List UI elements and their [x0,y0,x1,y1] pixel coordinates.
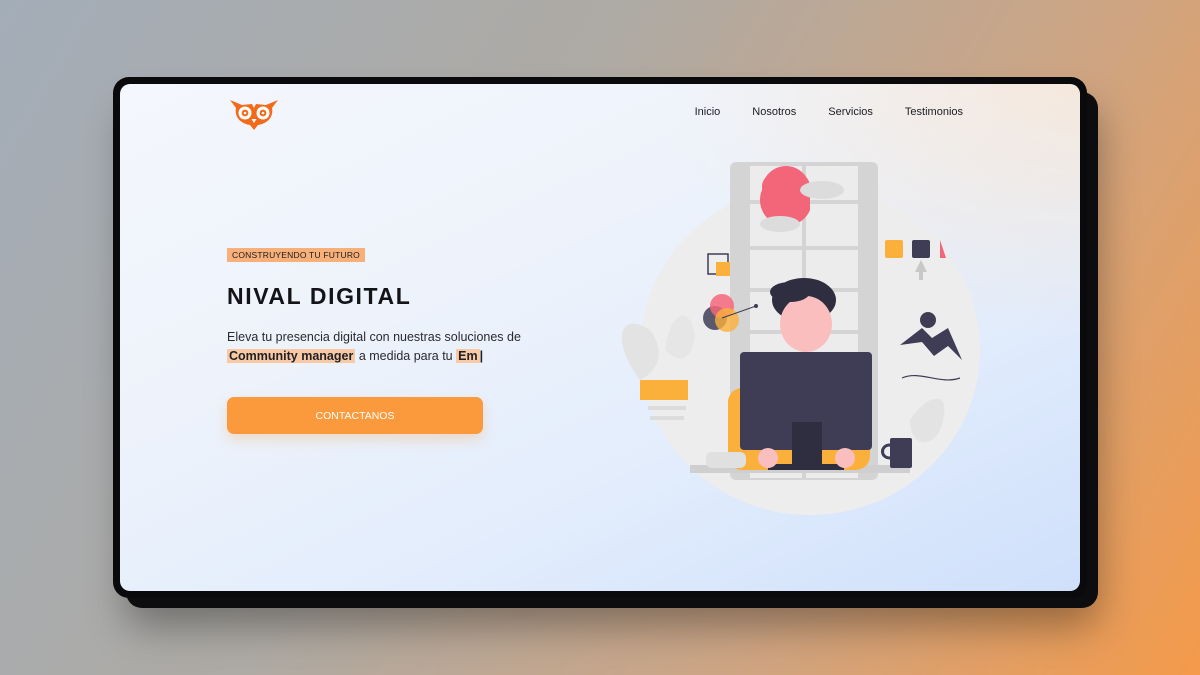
hero-description-line1: Eleva tu presencia digital con nuestras … [227,330,521,344]
nav-item-servicios[interactable]: Servicios [828,106,873,118]
owl-logo-icon[interactable] [228,96,280,130]
hero-section: CONSTRUYENDO TU FUTURO NIVAL DIGITAL Ele… [227,245,587,434]
hero-description: Eleva tu presencia digital con nuestras … [227,328,587,366]
hero-typed-text: Em [456,349,480,363]
typing-cursor: | [479,349,484,363]
website-screen: Inicio Nosotros Servicios Testimonios CO… [120,84,1080,591]
hero-badge: CONSTRUYENDO TU FUTURO [227,248,365,262]
hero-description-after: a medida para tu [358,349,453,363]
person-at-computer-illustration [621,162,980,515]
nav-item-testimonios[interactable]: Testimonios [905,106,963,118]
nav-item-nosotros[interactable]: Nosotros [752,106,796,118]
hero-title: NIVAL DIGITAL [227,283,412,309]
nav-item-inicio[interactable]: Inicio [695,106,721,118]
main-nav: Inicio Nosotros Servicios Testimonios [695,106,963,118]
hero-highlight: Community manager [227,349,356,363]
contact-button[interactable]: CONTACTANOS [227,397,483,434]
